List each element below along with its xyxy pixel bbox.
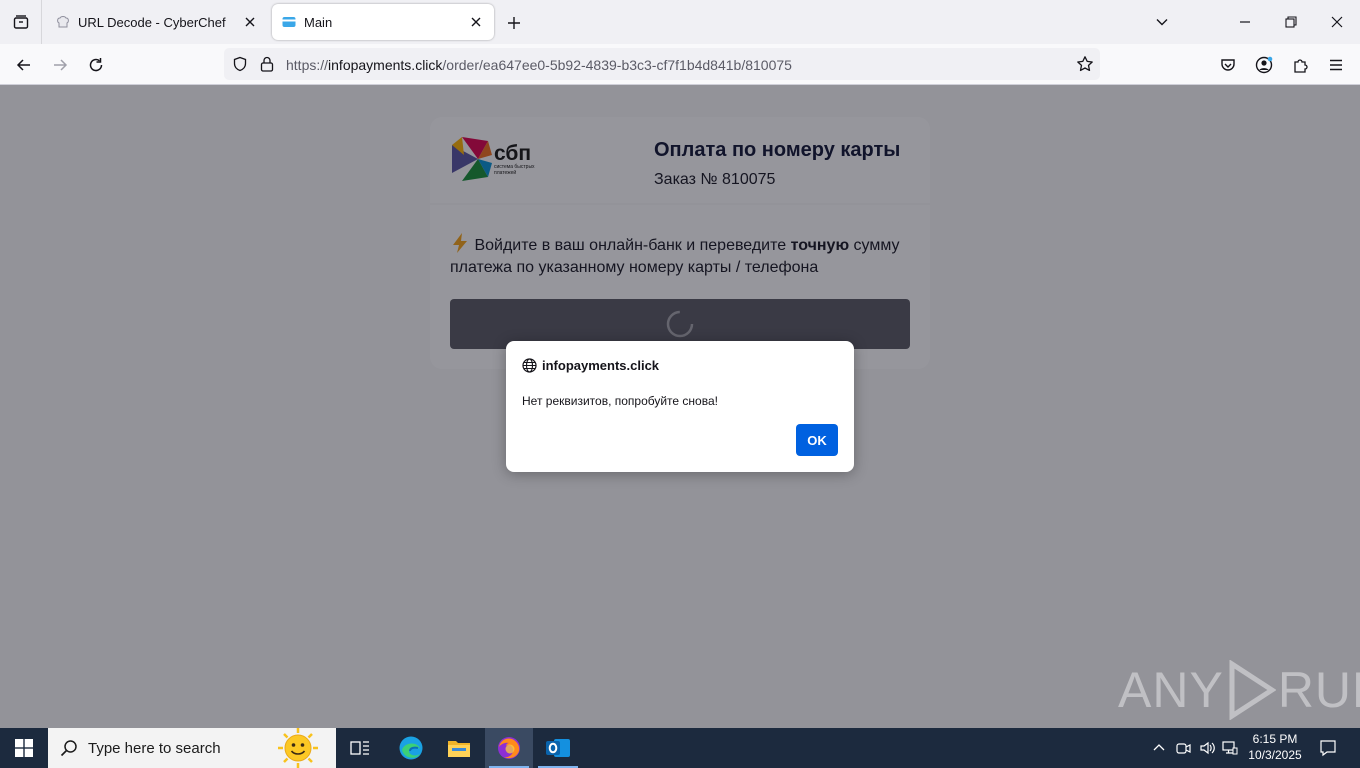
- lock-icon[interactable]: [260, 56, 274, 72]
- watermark-text: RUN: [1277, 662, 1360, 718]
- url-domain: infopayments.click: [328, 57, 443, 73]
- hamburger-icon: [1330, 59, 1342, 71]
- shield-icon[interactable]: [232, 56, 248, 72]
- plus-icon: [508, 17, 520, 29]
- arrow-right-icon: [54, 59, 68, 71]
- tab-strip: URL Decode - CyberChef Main: [0, 0, 1360, 44]
- alert-dialog: infopayments.click Нет реквизитов, попро…: [506, 341, 854, 472]
- taskbar-search-box[interactable]: Type here to search: [48, 728, 336, 768]
- close-icon: [471, 17, 481, 27]
- close-icon: [245, 17, 255, 27]
- tab-main[interactable]: Main: [272, 4, 494, 40]
- edge-taskbar-button[interactable]: [387, 728, 435, 768]
- forward-button[interactable]: [45, 50, 75, 80]
- windows-logo-icon: [15, 739, 33, 757]
- menu-button[interactable]: [1321, 50, 1351, 80]
- ok-button[interactable]: OK: [796, 424, 838, 456]
- notification-icon: [1320, 740, 1336, 757]
- task-view-button[interactable]: [336, 728, 384, 768]
- task-view-icon: [350, 741, 369, 755]
- list-all-tabs-button[interactable]: [1139, 0, 1185, 44]
- restore-button[interactable]: [1268, 0, 1314, 44]
- new-tab-button[interactable]: [503, 12, 525, 34]
- dialog-host-text: infopayments.click: [542, 358, 660, 373]
- close-icon: [1331, 16, 1343, 28]
- outlook-icon: [546, 739, 570, 757]
- search-placeholder: Type here to search: [88, 739, 221, 757]
- globe-icon: [522, 358, 537, 373]
- minimize-icon: [1240, 21, 1250, 23]
- reload-icon: [89, 58, 103, 72]
- taskbar-clock[interactable]: 6:15 PM 10/3/2025: [1240, 731, 1310, 763]
- tab-cyberchef[interactable]: URL Decode - CyberChef: [46, 4, 268, 40]
- chef-hat-icon: [57, 16, 69, 28]
- search-icon: [60, 740, 77, 757]
- url-text[interactable]: https://infopayments.click/order/ea647ee…: [286, 57, 792, 73]
- close-window-button[interactable]: [1314, 0, 1360, 44]
- watermark-text: ANY: [1118, 662, 1224, 718]
- card-icon: [282, 17, 296, 27]
- extensions-button[interactable]: [1285, 50, 1315, 80]
- tab-close-button[interactable]: [242, 14, 258, 30]
- show-hidden-icons-button[interactable]: [1148, 728, 1170, 768]
- outlook-taskbar-button[interactable]: [534, 728, 582, 768]
- address-bar[interactable]: https://infopayments.click/order/ea647ee…: [224, 48, 1100, 80]
- clock-time: 6:15 PM: [1252, 732, 1298, 746]
- file-explorer-taskbar-button[interactable]: [435, 728, 483, 768]
- network-tray-button[interactable]: [1219, 728, 1241, 768]
- speaker-icon: [1200, 741, 1215, 755]
- dialog-message: Нет реквизитов, попробуйте снова!: [522, 394, 718, 408]
- tab-close-button[interactable]: [468, 14, 484, 30]
- navigation-toolbar: https://infopayments.click/order/ea647ee…: [0, 44, 1360, 85]
- camera-icon: [1176, 743, 1191, 754]
- notifications-button[interactable]: [1314, 728, 1342, 768]
- network-icon: [1222, 741, 1238, 755]
- windows-taskbar: Type here to search 6:15 PM 10/3/2025: [0, 728, 1360, 768]
- bookmark-star-icon[interactable]: [1076, 55, 1094, 73]
- chevron-up-icon: [1153, 744, 1165, 751]
- folder-icon: [448, 741, 470, 757]
- firefox-taskbar-button[interactable]: [485, 728, 533, 768]
- pocket-button[interactable]: [1213, 50, 1243, 80]
- puzzle-icon: [1294, 59, 1308, 73]
- chevron-down-icon: [1156, 19, 1168, 26]
- tab-title: URL Decode - CyberChef: [78, 14, 226, 30]
- back-button[interactable]: [9, 50, 39, 80]
- firefox-icon: [498, 737, 520, 759]
- reload-button[interactable]: [81, 50, 111, 80]
- url-scheme: https://: [286, 57, 329, 73]
- play-triangle-icon: [1229, 660, 1276, 720]
- account-icon: [1255, 56, 1273, 74]
- meet-now-tray-button[interactable]: [1172, 728, 1194, 768]
- tab-list-button[interactable]: [0, 0, 42, 44]
- url-path: /order/ea647ee0-5b92-4839-b3c3-cf7f1b4d8…: [442, 57, 792, 73]
- tab-title: Main: [304, 14, 333, 30]
- start-button[interactable]: [0, 728, 48, 768]
- anyrun-watermark: ANY RUN: [1118, 657, 1360, 723]
- smiling-sun-icon: [278, 728, 318, 768]
- volume-tray-button[interactable]: [1196, 728, 1218, 768]
- arrow-left-icon: [16, 59, 30, 71]
- clock-date: 10/3/2025: [1248, 748, 1302, 762]
- pocket-icon: [1221, 59, 1235, 71]
- minimize-button[interactable]: [1222, 0, 1268, 44]
- restore-icon: [1285, 16, 1297, 28]
- edge-icon: [399, 736, 423, 760]
- dialog-origin: infopayments.click: [522, 358, 659, 373]
- tab-list-icon: [13, 15, 28, 29]
- account-button[interactable]: [1249, 50, 1279, 80]
